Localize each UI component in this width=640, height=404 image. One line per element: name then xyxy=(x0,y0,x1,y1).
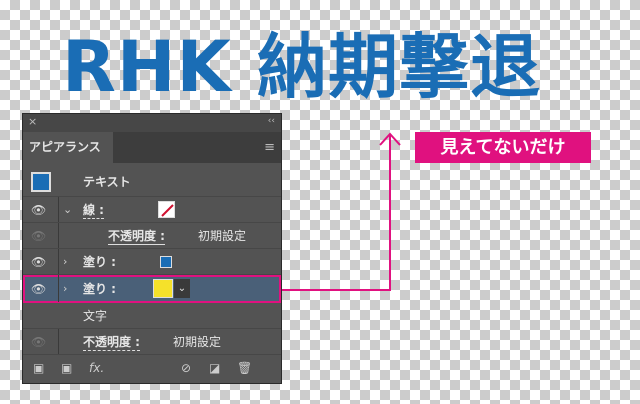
chevron-down-icon[interactable]: ⌄ xyxy=(63,203,72,216)
fx-icon[interactable]: fx. xyxy=(89,361,104,375)
add-fill-icon[interactable]: ▣ xyxy=(61,361,72,375)
fill-swatch-yellow[interactable] xyxy=(153,279,173,298)
opacity-value: 初期設定 xyxy=(173,335,222,349)
add-stroke-icon[interactable]: ▣ xyxy=(33,361,44,375)
clear-appearance-icon[interactable]: ⊘ xyxy=(181,361,191,375)
characters-label: 文字 xyxy=(83,309,108,323)
fill-row-selected[interactable]: 👁 › 塗り : ⌄ xyxy=(23,275,281,303)
object-thumbnail xyxy=(31,172,51,192)
object-row[interactable]: テキスト xyxy=(23,167,281,197)
fill-label[interactable]: 塗り : xyxy=(83,280,116,297)
opacity-value: 初期設定 xyxy=(198,229,247,243)
tab-appearance[interactable]: アピアランス xyxy=(23,132,113,163)
stroke-none-swatch[interactable] xyxy=(158,201,175,218)
close-icon[interactable]: × xyxy=(28,115,37,128)
duplicate-item-icon[interactable]: ◪ xyxy=(209,361,220,375)
chevron-right-icon[interactable]: › xyxy=(63,255,67,268)
fill-row-1[interactable]: 👁 › 塗り : xyxy=(23,249,281,275)
eye-icon[interactable]: 👁 xyxy=(31,282,46,296)
fill-swatch-blue[interactable] xyxy=(160,256,172,268)
opacity-row[interactable]: 👁 不透明度 : 初期設定 xyxy=(23,223,281,249)
trash-icon[interactable]: 🗑 xyxy=(237,361,252,375)
chevron-right-icon[interactable]: › xyxy=(63,282,67,295)
fill-label[interactable]: 塗り : xyxy=(83,253,116,270)
object-type-label: テキスト xyxy=(83,175,131,189)
swatch-dropdown-icon[interactable]: ⌄ xyxy=(174,279,190,298)
collapse-icon[interactable]: ‹‹ xyxy=(268,116,275,126)
characters-row[interactable]: 文字 xyxy=(23,303,281,329)
stroke-label[interactable]: 線 : xyxy=(83,201,104,219)
callout-label: 見えてないだけ xyxy=(415,132,591,163)
appearance-panel: × ‹‹ アピアランス ≡ テキスト 👁 ⌄ 線 : 👁 不透明度 : 初期設定… xyxy=(22,113,282,384)
eye-icon[interactable]: 👁 xyxy=(31,203,46,217)
opacity-row-2[interactable]: 👁 不透明度 : 初期設定 xyxy=(23,329,281,355)
stroke-row[interactable]: 👁 ⌄ 線 : xyxy=(23,197,281,223)
eye-icon[interactable]: 👁 xyxy=(31,255,46,269)
eye-icon[interactable]: 👁 xyxy=(31,335,46,349)
eye-icon[interactable]: 👁 xyxy=(31,229,46,243)
panel-menu-icon[interactable]: ≡ xyxy=(264,140,275,155)
opacity-label[interactable]: 不透明度 : xyxy=(108,227,165,245)
panel-footer: ▣ ▣ fx. ⊘ ◪ 🗑 xyxy=(23,355,281,383)
opacity-label[interactable]: 不透明度 : xyxy=(83,333,140,351)
